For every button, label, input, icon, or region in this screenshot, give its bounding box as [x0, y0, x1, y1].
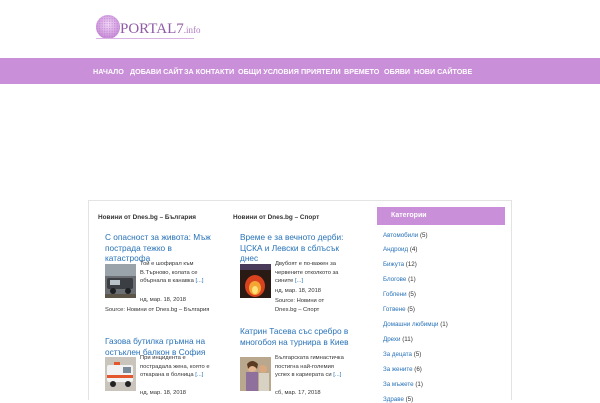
category-item: Готвене (5)	[383, 306, 415, 313]
post-title-link[interactable]: Катрин Тасева със сребро в многобоя на т…	[240, 326, 350, 347]
post-title-link[interactable]: С опасност за живота: Мъж пострада тежко…	[105, 232, 215, 264]
post-date: нд, мар. 18, 2018	[140, 390, 187, 396]
post-excerpt: Двубоят е по-важен за червените отколкот…	[275, 261, 339, 284]
category-link[interactable]: Бижута	[383, 261, 404, 268]
post-thumbnail-car-crash[interactable]	[105, 264, 136, 298]
category-item: За децата (5)	[383, 351, 422, 358]
post-source: Source: Новини от Dnes.bg – Спорт	[275, 298, 325, 313]
post-thumbnail-ambulance[interactable]	[105, 357, 136, 391]
nav-item-terms[interactable]: ОБЩИ УСЛОВИЯ	[238, 67, 299, 76]
read-more-link[interactable]: [...]	[333, 372, 341, 378]
post-date: нд, мар. 18, 2018	[275, 288, 322, 294]
post-thumbnail-gymnast[interactable]	[240, 357, 271, 391]
post-excerpt: При инцидента е пострадала жена, която е…	[140, 355, 210, 378]
content-area: Новини от Dnes.bg – България С опасност …	[88, 200, 512, 403]
read-more-link[interactable]: [...]	[295, 278, 303, 284]
nav-item-home[interactable]: НАЧАЛО	[93, 67, 124, 76]
read-more-link[interactable]: [...]	[195, 278, 203, 284]
category-link[interactable]: Готвене	[383, 306, 406, 313]
nav-item-contacts[interactable]: ЗА КОНТАКТИ	[184, 67, 234, 76]
categories-heading: Категории	[377, 207, 505, 225]
post-thumbnail-derby[interactable]	[240, 264, 271, 298]
post-date: сб, мар. 17, 2018	[275, 390, 321, 396]
category-item: Бижута (12)	[383, 261, 417, 268]
logo-sub: .info	[183, 25, 201, 35]
site-header: PORTAL7.info	[0, 0, 600, 58]
column-heading: Новини от Dnes.bg – Спорт	[233, 214, 320, 221]
nav-item-ads[interactable]: ОБЯВИ	[384, 67, 410, 76]
post-source: Source: Новини от Dnes.bg – България	[105, 307, 210, 313]
main-nav: НАЧАЛО ДОБАВИ САЙТ ЗА КОНТАКТИ ОБЩИ УСЛО…	[0, 58, 600, 84]
nav-item-weather[interactable]: ВРЕМЕТО	[344, 67, 379, 76]
read-more-link[interactable]: [...]	[195, 372, 203, 378]
category-link[interactable]: Андроид	[383, 246, 408, 253]
category-item: Домашни любимци (1)	[383, 321, 448, 328]
site-logo[interactable]: PORTAL7.info	[94, 13, 201, 47]
post-excerpt: Българската гимнастичка постигна най-гол…	[275, 355, 344, 378]
category-item: Автомобили (5)	[383, 232, 428, 239]
logo-main: PORTAL7	[120, 21, 184, 37]
category-item: За мъжете (1)	[383, 381, 423, 388]
category-item: Андроид (4)	[383, 246, 418, 253]
category-link[interactable]: Автомобили	[383, 232, 418, 239]
logo-text: PORTAL7.info	[120, 21, 201, 38]
post-title-link[interactable]: Време е за вечното дерби: ЦСКА и Левски …	[240, 232, 350, 264]
category-link[interactable]: Дрехи	[383, 336, 401, 343]
category-link[interactable]: За жените	[383, 366, 413, 373]
category-item: Дрехи (11)	[383, 336, 413, 343]
category-link[interactable]: За децата	[383, 351, 412, 358]
nav-item-new-sites[interactable]: НОВИ САЙТОВЕ	[414, 67, 472, 76]
category-link[interactable]: Гоблени	[383, 291, 407, 298]
category-link[interactable]: Блогове	[383, 276, 406, 283]
category-link[interactable]: За мъжете	[383, 381, 414, 388]
nav-item-friends[interactable]: ПРИЯТЕЛИ	[301, 67, 341, 76]
post-date: нд, мар. 18, 2018	[140, 297, 187, 303]
category-link[interactable]: Домашни любимци	[383, 321, 438, 328]
category-item: Блогове (1)	[383, 276, 416, 283]
column-heading: Новини от Dnes.bg – България	[98, 214, 196, 221]
post-excerpt: Той е шофирал към В.Търново, колата се о…	[140, 261, 204, 284]
nav-item-add-site[interactable]: ДОБАВИ САЙТ	[130, 67, 183, 76]
category-item: Гоблени (5)	[383, 291, 416, 298]
category-item: За жените (6)	[383, 366, 422, 373]
